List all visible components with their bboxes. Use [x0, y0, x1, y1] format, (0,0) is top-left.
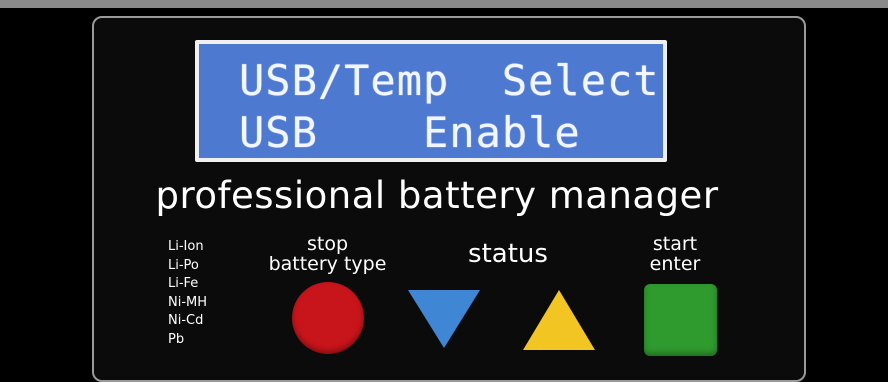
- lcd-line-2: USB Enable: [239, 108, 581, 157]
- battery-type-list: Li-Ion Li-Po Li-Fe Ni-MH Ni-Cd Pb: [168, 238, 207, 349]
- top-border: [0, 0, 888, 8]
- stop-label-line-1: stop: [306, 233, 349, 255]
- lcd-display: USB/Temp Select USB Enable: [195, 40, 667, 162]
- lcd-line-1: USB/Temp Select: [239, 56, 660, 105]
- status-down-button[interactable]: [408, 290, 480, 348]
- start-label-line-1: start: [652, 233, 698, 255]
- start-button[interactable]: [644, 284, 717, 356]
- battery-type-item: Li-Po: [168, 257, 199, 273]
- start-button-label: start enter: [640, 234, 710, 274]
- battery-type-item: Pb: [168, 331, 185, 347]
- battery-type-item: Li-Ion: [168, 239, 204, 254]
- device-title: professional battery manager: [155, 174, 719, 217]
- battery-type-item: Ni-Cd: [168, 313, 204, 328]
- lcd-screen: USB/Temp Select USB Enable: [199, 44, 663, 158]
- triangle-up-icon: [523, 290, 595, 350]
- status-label: status: [468, 239, 548, 269]
- stop-label-line-2: battery type: [268, 253, 387, 275]
- start-label-line-2: enter: [649, 253, 701, 275]
- battery-type-item: Ni-MH: [168, 294, 208, 310]
- triangle-down-icon: [408, 290, 480, 348]
- stop-button-label: stop battery type: [255, 234, 400, 274]
- status-up-button[interactable]: [523, 290, 595, 350]
- stop-button[interactable]: [292, 282, 364, 354]
- battery-type-item: Li-Fe: [168, 276, 199, 291]
